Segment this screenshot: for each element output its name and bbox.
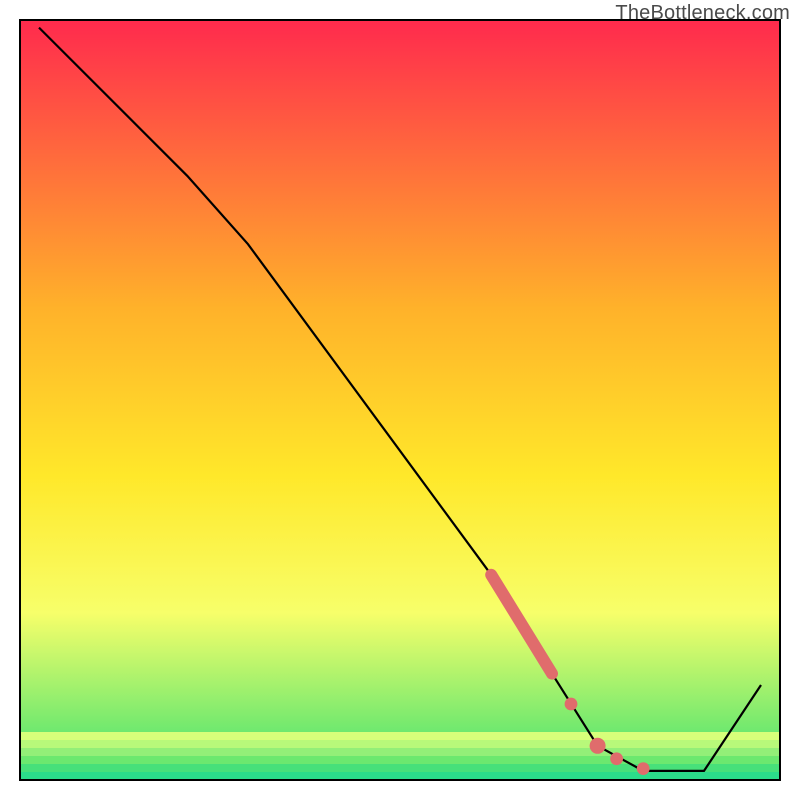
marker-4 (637, 762, 650, 775)
plot-background (20, 20, 780, 780)
gradient-band (20, 740, 780, 748)
bottom-bands (20, 732, 780, 780)
marker-1 (565, 698, 578, 711)
gradient-band (20, 756, 780, 764)
bottleneck-chart (0, 0, 800, 800)
watermark-text: TheBottleneck.com (615, 2, 790, 25)
chart-container: TheBottleneck.com (0, 0, 800, 800)
gradient-band (20, 732, 780, 740)
marker-2 (590, 738, 606, 754)
gradient-band (20, 748, 780, 756)
marker-3 (610, 752, 623, 765)
gradient-band (20, 772, 780, 780)
